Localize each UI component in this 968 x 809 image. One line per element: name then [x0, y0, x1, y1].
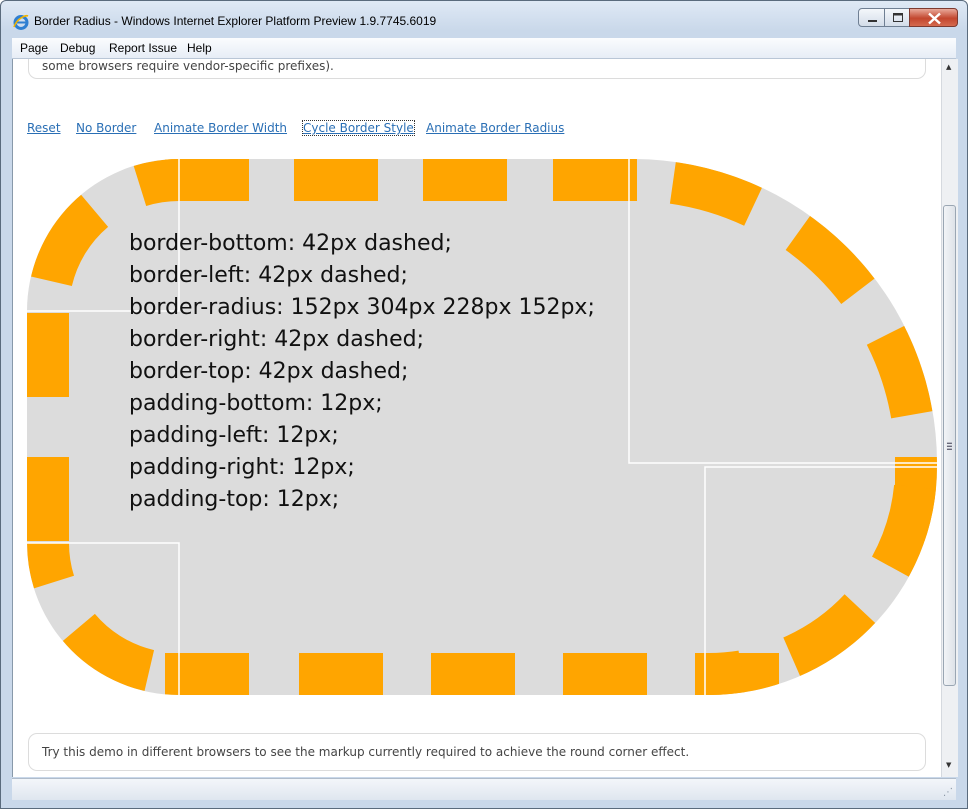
- close-button[interactable]: [909, 8, 958, 27]
- title-bar: Border Radius - Windows Internet Explore…: [1, 1, 967, 37]
- no-border-link[interactable]: No Border: [76, 121, 136, 135]
- css-line: padding-bottom: 12px;: [129, 391, 383, 416]
- minimize-icon: [868, 20, 877, 22]
- animate-border-radius-link[interactable]: Animate Border Radius: [426, 121, 564, 135]
- css-line: border-radius: 152px 304px 228px 152px;: [129, 295, 595, 320]
- reset-link[interactable]: Reset: [27, 121, 61, 135]
- top-note-box: some browsers require vendor-specific pr…: [28, 59, 926, 79]
- bottom-note-text: Try this demo in different browsers to s…: [42, 745, 690, 759]
- window-title: Border Radius - Windows Internet Explore…: [34, 14, 437, 28]
- scroll-grip-icon: ━ ━ ━: [947, 439, 952, 454]
- border-radius-demo-box: border-bottom: 42px dashed; border-left:…: [27, 159, 937, 695]
- menu-debug[interactable]: Debug: [60, 41, 95, 55]
- menu-report-issue[interactable]: Report Issue: [109, 41, 177, 55]
- vertical-scrollbar[interactable]: ▲ ━ ━ ━ ▼: [941, 59, 958, 777]
- css-line: padding-left: 12px;: [129, 423, 339, 448]
- browser-window: Border Radius - Windows Internet Explore…: [0, 0, 968, 809]
- status-bar: ⋰: [12, 778, 956, 800]
- css-line: padding-right: 12px;: [129, 455, 355, 480]
- bottom-note-box: Try this demo in different browsers to s…: [28, 733, 926, 771]
- page-content: some browsers require vendor-specific pr…: [12, 59, 942, 777]
- animate-border-width-link[interactable]: Animate Border Width: [154, 121, 287, 135]
- minimize-button[interactable]: [858, 8, 885, 27]
- top-note-text: some browsers require vendor-specific pr…: [42, 59, 334, 73]
- css-line: border-top: 42px dashed;: [129, 359, 408, 384]
- css-line: border-bottom: 42px dashed;: [129, 231, 452, 256]
- cycle-border-style-link[interactable]: Cycle Border Style: [302, 120, 415, 136]
- menu-page[interactable]: Page: [20, 41, 48, 55]
- scroll-up-icon[interactable]: ▲: [946, 63, 951, 71]
- css-line: border-right: 42px dashed;: [129, 327, 424, 352]
- scroll-down-icon[interactable]: ▼: [946, 761, 951, 769]
- maximize-icon: [893, 13, 903, 22]
- size-grip-icon[interactable]: ⋰: [943, 787, 953, 798]
- menu-bar: Page Debug Report Issue Help: [12, 38, 956, 59]
- css-line: padding-top: 12px;: [129, 487, 339, 512]
- scroll-thumb[interactable]: ━ ━ ━: [943, 205, 956, 686]
- menu-help[interactable]: Help: [187, 41, 212, 55]
- maximize-button[interactable]: [884, 8, 910, 27]
- ie-logo-icon: [13, 15, 29, 30]
- close-icon: [928, 12, 941, 25]
- css-line: border-left: 42px dashed;: [129, 263, 408, 288]
